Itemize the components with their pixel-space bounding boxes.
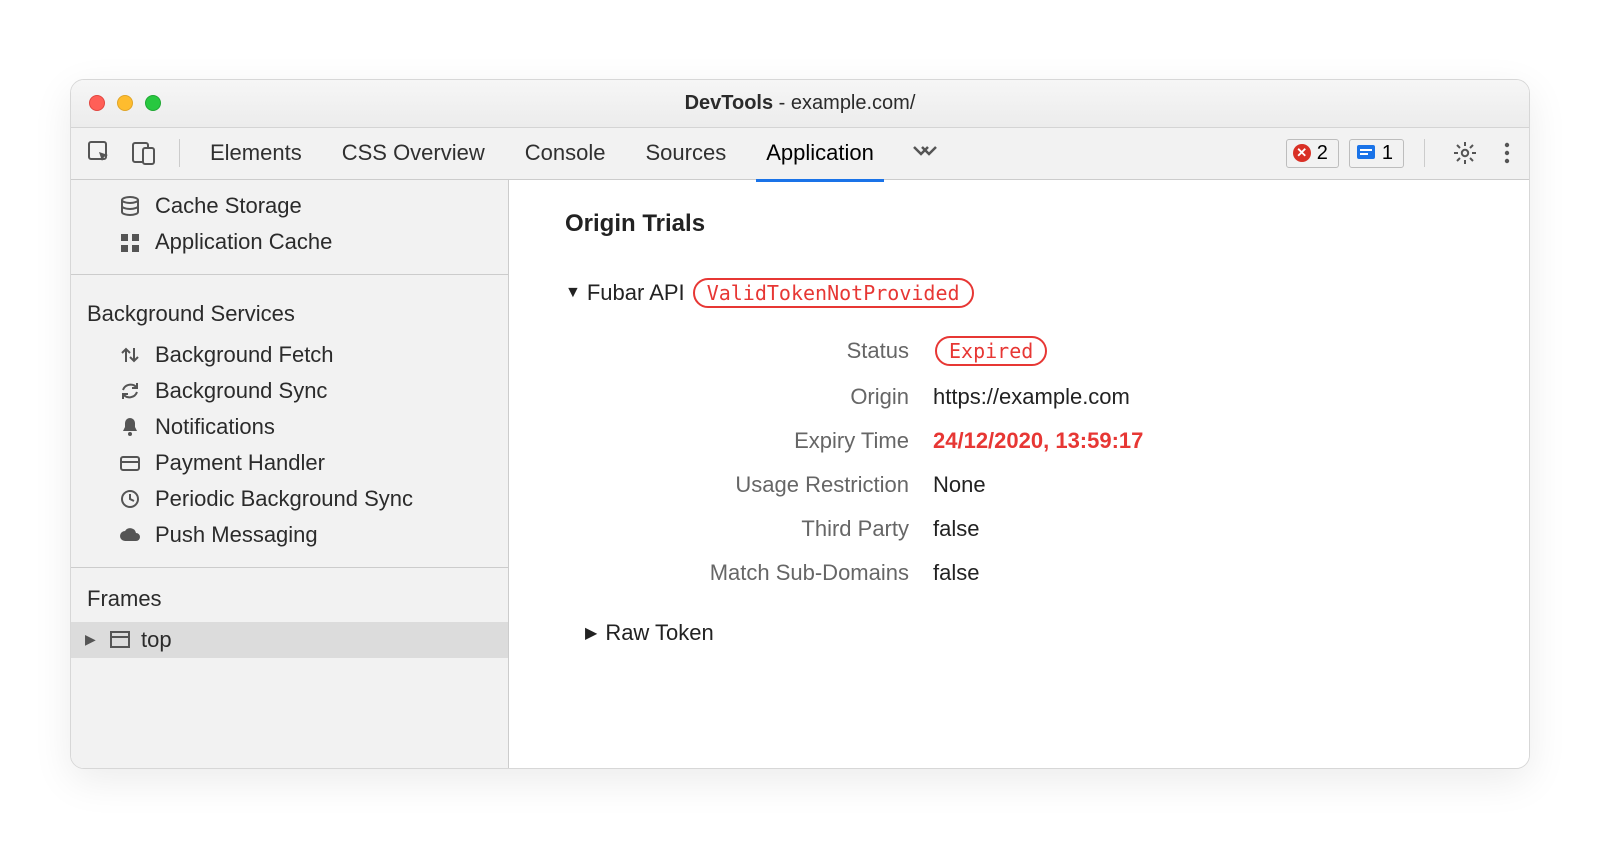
device-toolbar-button[interactable] [125, 136, 163, 170]
sidebar-item-periodic-background-sync[interactable]: Periodic Background Sync [71, 481, 508, 517]
sidebar-item-push-messaging[interactable]: Push Messaging [71, 517, 508, 553]
tab-console[interactable]: Console [523, 130, 608, 176]
toolbar-divider [179, 139, 180, 167]
triangle-right-icon: ▶ [585, 623, 597, 643]
sidebar-item-label: Application Cache [155, 229, 332, 255]
label-status: Status [629, 338, 909, 364]
sidebar-heading-frames: Frames [71, 568, 508, 622]
trial-row[interactable]: ▼ Fubar API ValidTokenNotProvided [565, 278, 1489, 308]
sidebar-item-label: Background Fetch [155, 342, 334, 368]
sidebar-item-application-cache[interactable]: Application Cache [71, 224, 508, 260]
toolbar-right: ✕ 2 1 [1286, 137, 1519, 169]
label-match-subdomains: Match Sub-Domains [629, 560, 909, 586]
label-third-party: Third Party [629, 516, 909, 542]
raw-token-label: Raw Token [605, 620, 713, 646]
sidebar-item-label: Push Messaging [155, 522, 318, 548]
sidebar-section-background: Background Services Background Fetch Bac… [71, 275, 508, 568]
up-down-arrows-icon [117, 344, 143, 366]
value-match-subdomains: false [933, 560, 1489, 586]
devtools-toolbar: Elements CSS Overview Console Sources Ap… [71, 128, 1529, 180]
tab-elements[interactable]: Elements [208, 130, 304, 176]
triangle-down-icon: ▼ [565, 284, 581, 302]
value-third-party: false [933, 516, 1489, 542]
sidebar-item-label: Cache Storage [155, 193, 302, 219]
label-origin: Origin [629, 384, 909, 410]
inspect-element-button[interactable] [81, 136, 119, 170]
sidebar-item-label: Background Sync [155, 378, 327, 404]
window-title: DevTools - example.com/ [71, 92, 1529, 115]
value-status: Expired [933, 336, 1489, 366]
toolbar-divider [1424, 139, 1425, 167]
label-expiry-time: Expiry Time [629, 428, 909, 454]
triangle-right-icon: ▶ [85, 631, 99, 648]
value-expiry-time: 24/12/2020, 13:59:17 [933, 428, 1489, 454]
sidebar-section-cache: Cache Storage Application Cache [71, 180, 508, 275]
issues-count: 1 [1382, 142, 1393, 165]
tab-sources[interactable]: Sources [643, 130, 728, 176]
trial-details: Status Expired Origin https://example.co… [629, 336, 1489, 586]
sidebar-item-background-sync[interactable]: Background Sync [71, 373, 508, 409]
status-badge: Expired [935, 336, 1047, 366]
errors-count: 2 [1317, 142, 1328, 165]
more-tabs-button[interactable] [912, 143, 938, 163]
clock-icon [117, 488, 143, 510]
issues-chip[interactable]: 1 [1349, 139, 1404, 168]
tab-css-overview[interactable]: CSS Overview [340, 130, 487, 176]
cloud-icon [117, 524, 143, 546]
window-icon [107, 630, 133, 650]
database-icon [117, 195, 143, 217]
sidebar-item-payment-handler[interactable]: Payment Handler [71, 445, 508, 481]
value-origin: https://example.com [933, 384, 1489, 410]
panel-tabs: Elements CSS Overview Console Sources Ap… [208, 130, 876, 176]
value-usage-restriction: None [933, 472, 1489, 498]
main-panel: Origin Trials ▼ Fubar API ValidTokenNotP… [509, 180, 1529, 768]
raw-token-row[interactable]: ▶ Raw Token [585, 620, 1489, 646]
issues-icon [1356, 143, 1376, 163]
label-usage-restriction: Usage Restriction [629, 472, 909, 498]
trial-name: Fubar API [587, 280, 685, 306]
sidebar-section-frames: Frames ▶ top [71, 568, 508, 768]
devtools-window: DevTools - example.com/ Elements CSS Ove… [70, 79, 1530, 769]
sidebar-item-background-fetch[interactable]: Background Fetch [71, 337, 508, 373]
section-title-origin-trials: Origin Trials [565, 210, 1489, 238]
titlebar: DevTools - example.com/ [71, 80, 1529, 128]
settings-button[interactable] [1445, 137, 1485, 169]
error-icon: ✕ [1293, 144, 1311, 162]
sidebar-heading-background-services: Background Services [71, 283, 508, 337]
tab-application[interactable]: Application [764, 130, 876, 176]
credit-card-icon [117, 452, 143, 474]
bell-icon [117, 416, 143, 438]
panel-body: Cache Storage Application Cache Backgrou… [71, 180, 1529, 768]
sidebar-item-frame-top[interactable]: ▶ top [71, 622, 508, 658]
sidebar-item-notifications[interactable]: Notifications [71, 409, 508, 445]
sidebar-item-label: Payment Handler [155, 450, 325, 476]
application-sidebar: Cache Storage Application Cache Backgrou… [71, 180, 509, 768]
window-title-app: DevTools [685, 92, 774, 114]
errors-chip[interactable]: ✕ 2 [1286, 139, 1339, 168]
sidebar-item-cache-storage[interactable]: Cache Storage [71, 188, 508, 224]
sync-icon [117, 380, 143, 402]
grid-icon [117, 231, 143, 253]
sidebar-item-label: Periodic Background Sync [155, 486, 413, 512]
more-options-button[interactable] [1495, 137, 1519, 169]
sidebar-item-label: Notifications [155, 414, 275, 440]
token-status-badge: ValidTokenNotProvided [693, 278, 974, 308]
sidebar-item-label: top [141, 627, 172, 653]
window-title-location: example.com/ [791, 92, 916, 114]
